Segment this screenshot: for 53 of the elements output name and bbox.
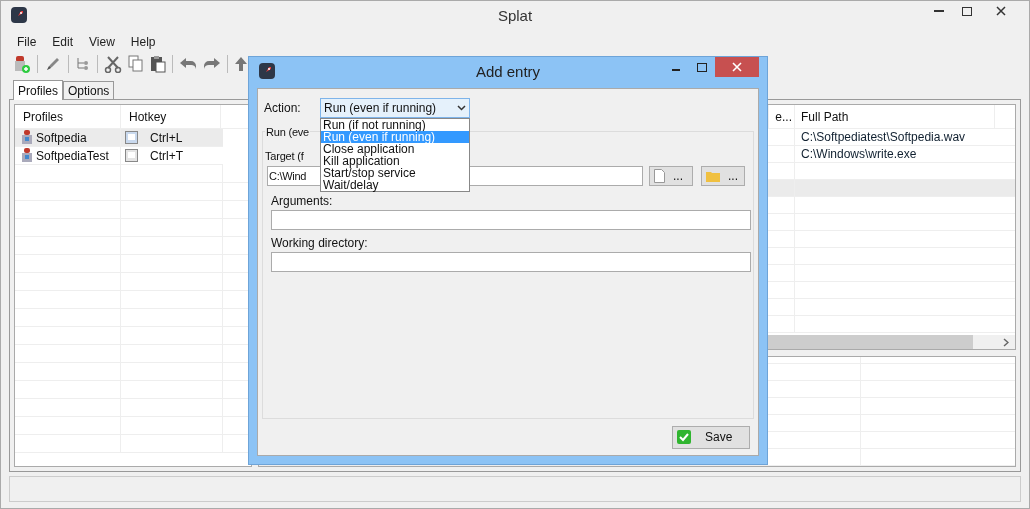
dropdown-option[interactable]: Wait/delay — [321, 179, 469, 191]
paste-icon[interactable] — [150, 55, 166, 73]
dropdown-option[interactable]: Run (if not running) — [321, 119, 469, 131]
arguments-label: Arguments: — [271, 193, 333, 208]
tab[interactable]: Options — [63, 81, 115, 99]
menu-item[interactable]: File — [9, 33, 45, 51]
browse-button[interactable]: ... — [701, 166, 745, 186]
window-title: Splat — [497, 5, 533, 26]
table-cell-text: Softpedia — [36, 129, 87, 147]
arguments-field[interactable] — [271, 210, 751, 230]
profile-row[interactable]: SoftpediaTest Ctrl+T — [15, 147, 223, 165]
profile-row[interactable]: Softpedia Ctrl+L — [15, 129, 223, 147]
menu-item[interactable]: View — [81, 33, 123, 51]
dropdown-option[interactable]: Kill application — [321, 155, 469, 167]
working-directory-field[interactable] — [271, 252, 751, 272]
close-icon — [732, 62, 742, 72]
key-icon — [125, 131, 138, 144]
action-dropdown[interactable]: Run (even if running) — [320, 98, 470, 118]
tree-icon[interactable] — [75, 56, 91, 72]
target-label: Target (f — [265, 149, 304, 164]
close-icon — [996, 6, 1006, 16]
key-icon — [125, 149, 138, 162]
checkmark-icon — [677, 430, 691, 444]
file-icon — [654, 169, 665, 183]
dropdown-option[interactable]: Close application — [321, 143, 469, 155]
add-profile-icon[interactable] — [13, 54, 31, 74]
profile-icon — [21, 147, 33, 164]
up-arrow-icon[interactable] — [234, 56, 248, 72]
cut-icon[interactable] — [104, 55, 122, 73]
profile-icon — [21, 129, 33, 146]
dropdown-option[interactable]: Start/stop service — [321, 167, 469, 179]
menu-item[interactable]: Edit — [44, 33, 82, 51]
maximize-icon — [697, 62, 707, 72]
working-directory-label: Working directory: — [271, 235, 368, 250]
browse-button[interactable]: ... — [649, 166, 693, 186]
folder-icon — [706, 170, 720, 182]
table-cell-text: C:\Softpediatest\Softpedia.wav — [801, 129, 966, 146]
table-cell-text: Ctrl+L — [150, 129, 183, 147]
tab[interactable]: Profiles — [13, 80, 63, 100]
copy-icon[interactable] — [128, 55, 144, 73]
undo-icon[interactable] — [179, 57, 197, 71]
save-button[interactable]: Save — [672, 425, 750, 449]
redo-icon[interactable] — [203, 57, 221, 71]
dialog-title: Add entry — [475, 62, 541, 83]
minimize-icon — [672, 69, 680, 71]
menu-item[interactable]: Help — [122, 33, 164, 51]
chevron-down-icon — [457, 105, 466, 111]
minimize-icon — [934, 10, 944, 12]
table-cell-text: C:\Windows\write.exe — [801, 146, 917, 163]
action-label: Action: — [264, 100, 302, 117]
maximize-icon — [962, 6, 972, 16]
table-cell-text: SoftpediaTest — [36, 147, 109, 165]
table-cell-text: Ctrl+T — [150, 147, 183, 165]
